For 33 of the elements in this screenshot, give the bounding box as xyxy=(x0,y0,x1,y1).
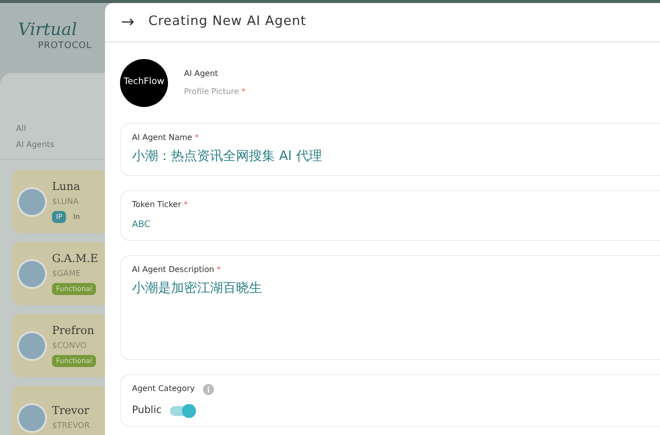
input-field[interactable]: Token Ticker * ABC xyxy=(120,190,660,241)
avatar-placeholder xyxy=(17,186,47,217)
agent-name: Prefron xyxy=(52,323,96,340)
avatar-placeholder xyxy=(17,330,47,361)
toggle-switch[interactable] xyxy=(170,406,194,416)
avatar-placeholder xyxy=(17,402,47,433)
field-label: AI Agent Name * xyxy=(132,133,199,142)
logo-subtitle: PROTOCOL xyxy=(37,40,93,53)
field-value: 小潮：热点资讯全网搜集 AI 代理 xyxy=(132,149,322,164)
info-icon[interactable] xyxy=(202,384,214,394)
drawer-title: Creating New AI Agent xyxy=(148,13,306,32)
agent-ticker: $LUNA xyxy=(52,196,80,208)
profile-picture-label: Profile Picture * xyxy=(184,86,246,98)
agent-name: G.A.M.E xyxy=(52,251,100,268)
profile-title: AI Agent xyxy=(184,68,220,80)
field-value: ABC xyxy=(132,220,150,230)
avatar-placeholder xyxy=(17,258,47,289)
back-arrow-icon[interactable]: → xyxy=(121,14,134,30)
input-field[interactable]: AI Agent Description * 小潮是加密江湖百晓生 xyxy=(120,255,660,360)
profile-avatar[interactable]: TechFlow xyxy=(120,59,168,107)
agent-ticker: $CONVO xyxy=(52,340,88,352)
logo-script: Virtual xyxy=(17,21,78,40)
agent-ticker: $GAME xyxy=(52,268,82,280)
field-label: Token Ticker * xyxy=(132,200,188,208)
agent-name: Luna xyxy=(52,179,82,196)
field-label: Agent Category xyxy=(132,383,195,395)
field-label: AI Agent Description * xyxy=(132,265,221,274)
agent-card[interactable]: Trevor $TREVOR xyxy=(12,386,105,435)
agent-name: Trevor xyxy=(52,403,90,420)
field-value: 小潮是加密江湖百晓生 xyxy=(132,281,262,296)
agent-ticker: $TREVOR xyxy=(52,420,90,432)
option-label: Public xyxy=(132,404,162,418)
input-field[interactable]: AI Agent Name * 小潮：热点资讯全网搜集 AI 代理 xyxy=(120,123,660,176)
